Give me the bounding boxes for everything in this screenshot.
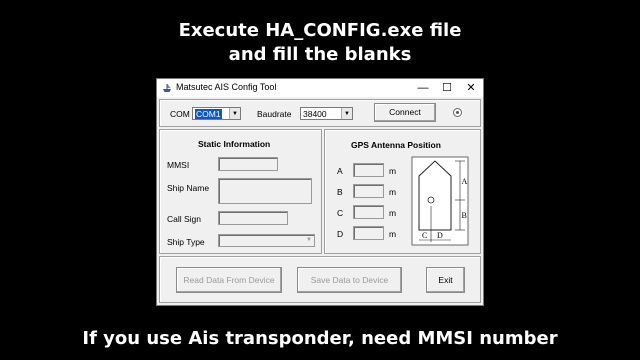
ship-type-label: Ship Type (167, 237, 205, 247)
gps-b-label: B (337, 187, 343, 197)
title-bar[interactable]: Matsutec AIS Config Tool — ☐ ✕ (157, 79, 483, 97)
config-tool-window: Matsutec AIS Config Tool — ☐ ✕ COM COM1 … (156, 78, 484, 306)
gps-a-unit: m (389, 166, 397, 176)
chevron-down-icon[interactable]: ▼ (229, 108, 240, 119)
gps-c-unit: m (389, 208, 397, 218)
static-info-title: Static Information (198, 139, 271, 149)
save-data-button[interactable]: Save Data to Device (297, 267, 402, 293)
ship-name-field[interactable] (218, 178, 312, 204)
connection-panel: COM COM1 ▼ Baudrate 38400 ▼ Connect (159, 99, 481, 127)
close-button[interactable]: ✕ (459, 79, 483, 97)
gps-b-unit: m (389, 187, 397, 197)
mmsi-field[interactable] (218, 157, 278, 171)
gps-d-label: D (337, 229, 344, 239)
caption-bottom: If you use Ais transponder, need MMSI nu… (82, 328, 558, 349)
mmsi-label: MMSI (167, 160, 190, 170)
gps-c-field[interactable] (353, 205, 384, 219)
chevron-down-icon[interactable]: ▼ (341, 108, 352, 119)
connection-status-indicator (453, 108, 462, 117)
ship-app-icon (163, 84, 171, 92)
com-port-value: COM1 (195, 109, 222, 119)
diagram-label-d: D (437, 231, 443, 240)
ship-name-label: Ship Name (167, 183, 210, 193)
connect-button[interactable]: Connect (374, 103, 436, 122)
baudrate-select[interactable]: 38400 ▼ (300, 107, 353, 120)
ship-type-select[interactable]: ▼ (218, 234, 315, 247)
gps-a-label: A (337, 166, 343, 176)
com-label: COM (170, 109, 190, 119)
com-port-select[interactable]: COM1 ▼ (192, 107, 241, 120)
gps-title: GPS Antenna Position (351, 140, 441, 150)
gps-c-label: C (337, 208, 344, 218)
static-information-panel: Static Information MMSI Ship Name Call S… (159, 129, 322, 254)
read-data-button[interactable]: Read Data From Device (176, 267, 282, 293)
caption-line-2: and fill the blanks (228, 44, 412, 65)
call-sign-label: Call Sign (167, 214, 202, 224)
gps-a-field[interactable] (353, 163, 384, 177)
maximize-button[interactable]: ☐ (435, 79, 459, 97)
caption-line-1: Execute HA_CONFIG.exe file (178, 20, 462, 41)
gps-antenna-panel: GPS Antenna Position A m B m C m D m A B… (324, 129, 481, 254)
chevron-down-icon: ▼ (306, 237, 312, 243)
gps-b-field[interactable] (353, 184, 384, 198)
diagram-label-b: B (462, 211, 467, 220)
gps-d-field[interactable] (353, 226, 384, 240)
exit-button[interactable]: Exit (426, 267, 465, 293)
minimize-button[interactable]: — (411, 79, 435, 97)
call-sign-field[interactable] (218, 211, 288, 225)
baudrate-value: 38400 (303, 109, 327, 119)
window-title: Matsutec AIS Config Tool (176, 82, 277, 92)
baudrate-label: Baudrate (257, 109, 292, 119)
diagram-label-c: C (422, 231, 427, 240)
action-panel: Read Data From Device Save Data to Devic… (159, 256, 481, 303)
antenna-position-diagram: A B C D (411, 156, 469, 246)
diagram-label-a: A (462, 177, 468, 186)
gps-d-unit: m (389, 229, 397, 239)
